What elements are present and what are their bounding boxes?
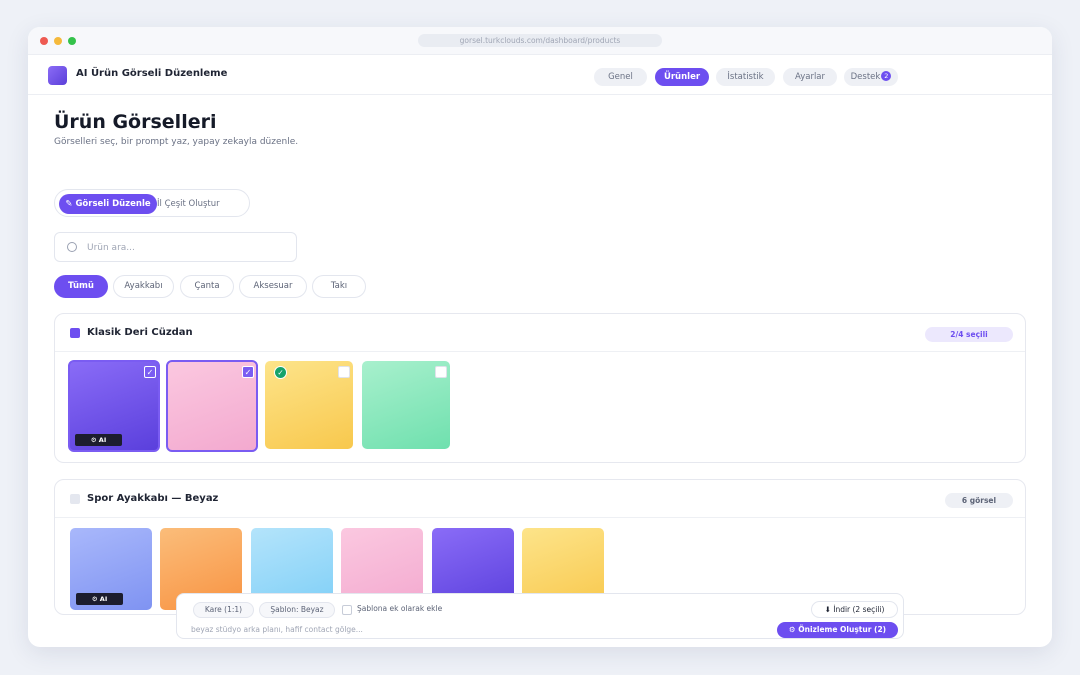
- aspect-ratio-option[interactable]: Kare (1:1): [193, 602, 254, 618]
- search-icon: [67, 242, 77, 252]
- notification-badge: 2: [881, 71, 892, 81]
- product-select-checkbox[interactable]: [70, 494, 80, 504]
- nav-label: Ürünler: [663, 72, 701, 82]
- brand-title: AI Ürün Görseli Düzenleme: [76, 68, 228, 79]
- nav-destek[interactable]: Destek 2: [844, 68, 898, 86]
- product-image[interactable]: ✓: [265, 361, 353, 449]
- approved-check-icon: ✓: [274, 366, 287, 379]
- maximize-window-dot[interactable]: [68, 37, 76, 45]
- filter-canta[interactable]: Çanta: [180, 275, 234, 298]
- image-count-badge: 6 görsel: [945, 493, 1013, 508]
- nav-label: Destek: [850, 72, 881, 82]
- search-box: [54, 232, 297, 262]
- image-checkbox[interactable]: [338, 366, 350, 378]
- ai-tag: ⚙ AI: [75, 434, 122, 446]
- product-card-wallet: Klasik Deri Cüzdan 2/4 seçili ✓ ⚙ AI ✓ ✓: [54, 313, 1026, 463]
- browser-window: gorsel.turkclouds.com/dashboard/products…: [28, 27, 1052, 647]
- page-subtitle: Görselleri seç, bir prompt yaz, yapay ze…: [54, 137, 299, 147]
- nav-label: İstatistik: [727, 72, 764, 82]
- nav-istatistik[interactable]: İstatistik: [716, 68, 775, 86]
- app-logo-icon: [48, 66, 67, 85]
- prompt-bar: Kare (1:1) Şablon: Beyaz Şablona ek olar…: [176, 593, 904, 639]
- product-title: Spor Ayakkabı — Beyaz: [87, 493, 219, 504]
- ai-tag: ⚙ AI: [76, 593, 123, 605]
- nav-urunler[interactable]: Ürünler: [655, 68, 709, 86]
- check-icon[interactable]: ✓: [144, 366, 156, 378]
- product-image[interactable]: [362, 361, 450, 449]
- address-bar[interactable]: gorsel.turkclouds.com/dashboard/products: [418, 34, 662, 47]
- attachment-checkbox[interactable]: [342, 605, 352, 615]
- nav-label: Genel: [608, 72, 633, 82]
- card-header: Klasik Deri Cüzdan 2/4 seçili: [55, 314, 1025, 352]
- mode-create-variants[interactable]: İl Çeşit Oluştur: [157, 194, 220, 214]
- product-select-checkbox[interactable]: [70, 328, 80, 338]
- nav-ayarlar[interactable]: Ayarlar: [783, 68, 837, 86]
- prompt-input[interactable]: [191, 622, 751, 636]
- mode-edit-image[interactable]: ✎ Görseli Düzenle: [59, 194, 157, 214]
- check-icon[interactable]: ✓: [242, 366, 254, 378]
- product-title: Klasik Deri Cüzdan: [87, 327, 193, 338]
- image-checkbox[interactable]: [435, 366, 447, 378]
- page-title: Ürün Görselleri: [54, 111, 217, 133]
- product-image[interactable]: ⚙ AI: [70, 528, 152, 610]
- filter-aksesuar[interactable]: Aksesuar: [239, 275, 307, 298]
- search-input[interactable]: [87, 239, 287, 256]
- minimize-window-dot[interactable]: [54, 37, 62, 45]
- filter-tumu[interactable]: Tümü: [54, 275, 108, 298]
- attachment-checkbox-label: Şablona ek olarak ekle: [357, 604, 443, 613]
- product-image[interactable]: ✓: [166, 360, 258, 452]
- card-header: Spor Ayakkabı — Beyaz 6 görsel: [55, 480, 1025, 518]
- title-bar: gorsel.turkclouds.com/dashboard/products: [28, 27, 1052, 55]
- download-button[interactable]: ⬇ İndir (2 seçili): [811, 601, 898, 618]
- mode-toggle: ✎ Görseli Düzenle İl Çeşit Oluştur: [54, 189, 250, 217]
- selection-count-badge: 2/4 seçili: [925, 327, 1013, 342]
- app-header: AI Ürün Görseli Düzenleme Genel Ürünler …: [28, 55, 1052, 95]
- filter-taki[interactable]: Takı: [312, 275, 366, 298]
- generate-preview-button[interactable]: ⚙ Önizleme Oluştur (2): [777, 622, 898, 638]
- nav-label: Ayarlar: [794, 72, 826, 82]
- close-window-dot[interactable]: [40, 37, 48, 45]
- product-image[interactable]: ✓ ⚙ AI: [68, 360, 160, 452]
- main-content: Ürün Görselleri Görselleri seç, bir prom…: [28, 95, 1052, 647]
- nav-genel[interactable]: Genel: [594, 68, 647, 86]
- template-option[interactable]: Şablon: Beyaz: [259, 602, 335, 618]
- filter-ayakkabi[interactable]: Ayakkabı: [113, 275, 174, 298]
